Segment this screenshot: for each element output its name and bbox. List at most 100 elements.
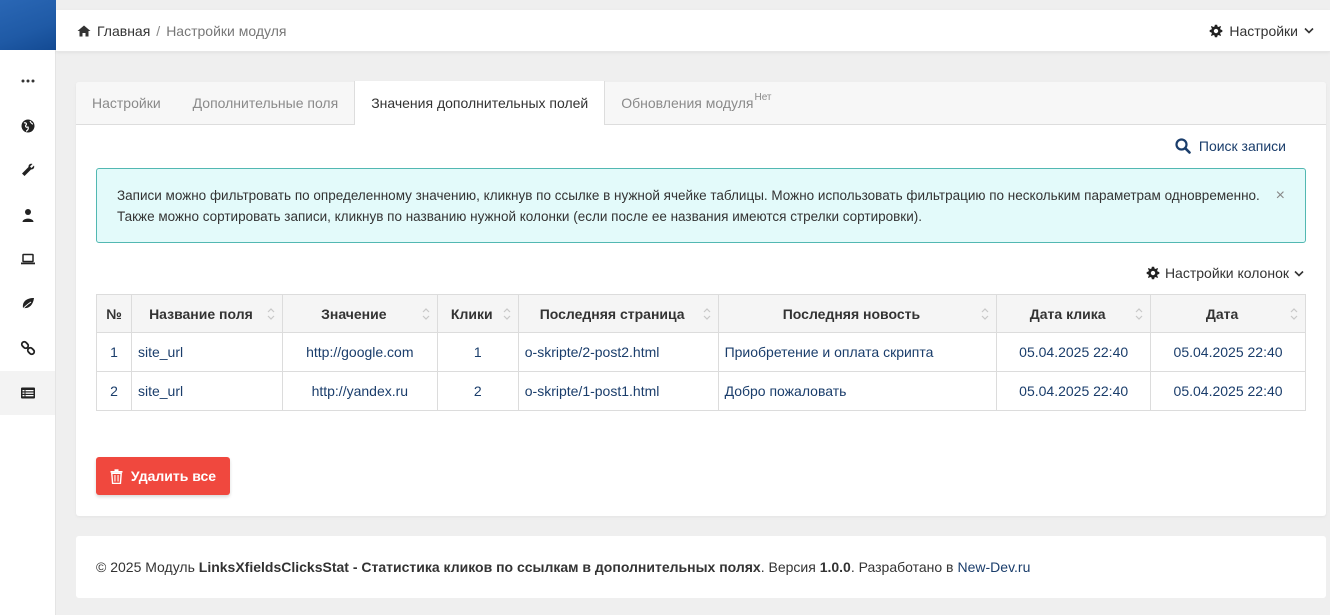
sidebar-item-more[interactable] bbox=[0, 59, 55, 104]
breadcrumb-home[interactable]: Главная bbox=[97, 23, 150, 39]
tab-extra-field-values[interactable]: Значения дополнительных полей bbox=[354, 81, 606, 125]
tab-settings-label: Настройки bbox=[92, 94, 161, 111]
col-header-label: Значение bbox=[321, 305, 387, 322]
cell-date[interactable]: 05.04.2025 22:40 bbox=[1150, 332, 1306, 372]
cell-last-news[interactable]: Добро пожаловать bbox=[717, 371, 998, 411]
tab-module-updates-label: Обновления модуля bbox=[621, 94, 754, 111]
breadcrumb: Главная / Настройки модуля bbox=[77, 23, 286, 39]
sort-icon bbox=[703, 308, 710, 320]
delete-all-button[interactable]: Удалить все bbox=[96, 457, 230, 495]
col-header-label: Дата клика bbox=[1029, 305, 1106, 322]
cell-value[interactable]: http://google.com bbox=[281, 332, 438, 372]
column-settings-label: Настройки колонок bbox=[1164, 265, 1289, 281]
search-records-label: Поиск записи bbox=[1198, 138, 1286, 154]
chevron-down-icon bbox=[1304, 27, 1314, 34]
wrench-icon bbox=[21, 164, 34, 177]
chevron-down-icon bbox=[1294, 270, 1304, 277]
tab-extra-fields[interactable]: Дополнительные поля bbox=[177, 81, 355, 124]
col-header-label: Название поля bbox=[149, 305, 253, 322]
footer-version: 1.0.0 bbox=[819, 559, 851, 575]
list-icon bbox=[20, 387, 35, 399]
col-header-click-date[interactable]: Дата клика bbox=[996, 294, 1152, 333]
logo[interactable] bbox=[0, 0, 56, 50]
cell-clicks[interactable]: 2 bbox=[436, 371, 519, 411]
tab-bar: Настройки Дополнительные поля Значения д… bbox=[76, 81, 1326, 125]
more-icon bbox=[21, 79, 34, 83]
column-settings-dropdown[interactable]: Настройки колонок bbox=[1146, 265, 1304, 281]
table-header-row: № Название поля Значение Клики Последняя… bbox=[96, 294, 1306, 333]
sort-icon bbox=[981, 308, 989, 320]
sidebar-item-globe[interactable] bbox=[0, 104, 55, 149]
sidebar-item-links[interactable] bbox=[0, 326, 55, 371]
col-header-last-page[interactable]: Последняя страница bbox=[517, 294, 719, 333]
breadcrumb-separator: / bbox=[156, 22, 161, 39]
cell-click-date[interactable]: 05.04.2025 22:40 bbox=[996, 371, 1152, 411]
sidebar-item-leaf[interactable] bbox=[0, 282, 55, 327]
footer-version-label: . Версия bbox=[760, 559, 816, 575]
cell-last-news[interactable]: Приобретение и оплата скрипта bbox=[717, 332, 998, 372]
footer-developed-label: . Разработано в bbox=[850, 559, 954, 575]
cell-click-date[interactable]: 05.04.2025 22:40 bbox=[996, 332, 1152, 372]
panel-body: Поиск записи Записи можно фильтровать по… bbox=[76, 125, 1326, 433]
trash-icon bbox=[110, 468, 123, 484]
topbar: Главная / Настройки модуля Настройки bbox=[56, 10, 1330, 52]
leaf-icon bbox=[20, 297, 34, 311]
cell-number: 2 bbox=[96, 371, 132, 411]
col-header-clicks[interactable]: Клики bbox=[436, 294, 519, 333]
sort-icon bbox=[503, 308, 511, 320]
col-header-label: Последняя страница bbox=[539, 305, 685, 322]
alert-text: Записи можно фильтровать по определенном… bbox=[117, 188, 1260, 224]
link-icon bbox=[20, 341, 35, 356]
main-panel: Настройки Дополнительные поля Значения д… bbox=[76, 81, 1326, 516]
sidebar-item-users[interactable] bbox=[0, 193, 55, 238]
gear-icon bbox=[1146, 266, 1160, 280]
sort-icon bbox=[422, 308, 430, 320]
col-header-field-name[interactable]: Название поля bbox=[130, 294, 283, 333]
tab-settings[interactable]: Настройки bbox=[76, 81, 177, 124]
col-header-label: Клики bbox=[450, 305, 493, 322]
footer-prefix: © 2025 Модуль bbox=[96, 559, 195, 575]
sidebar bbox=[0, 0, 56, 615]
cell-date[interactable]: 05.04.2025 22:40 bbox=[1150, 371, 1306, 411]
settings-label: Настройки bbox=[1229, 22, 1298, 39]
footer-developer-link[interactable]: New-Dev.ru bbox=[958, 559, 1031, 575]
laptop-icon bbox=[20, 254, 35, 265]
breadcrumb-current: Настройки модуля bbox=[166, 22, 287, 39]
col-header-last-news[interactable]: Последняя новость bbox=[717, 294, 998, 333]
footer: © 2025 Модуль LinksXfieldsClicksStat - С… bbox=[76, 536, 1326, 598]
sidebar-item-system[interactable] bbox=[0, 237, 55, 282]
home-icon bbox=[77, 25, 91, 36]
footer-module-name: LinksXfieldsClicksStat - Статистика клик… bbox=[198, 559, 761, 575]
records-table: № Название поля Значение Клики Последняя… bbox=[96, 294, 1306, 411]
sort-icon bbox=[1290, 308, 1298, 320]
tab-module-updates[interactable]: Обновления модуля Нет bbox=[605, 81, 787, 124]
cell-field-name[interactable]: site_url bbox=[130, 332, 283, 372]
col-header-value[interactable]: Значение bbox=[281, 294, 438, 333]
col-header-date[interactable]: Дата bbox=[1150, 294, 1306, 333]
cell-last-page[interactable]: o-skripte/1-post1.html bbox=[517, 371, 719, 411]
search-icon bbox=[1175, 138, 1191, 154]
cell-clicks[interactable]: 1 bbox=[436, 332, 519, 372]
cell-value[interactable]: http://yandex.ru bbox=[281, 371, 438, 411]
user-icon bbox=[22, 208, 33, 222]
sidebar-item-tools[interactable] bbox=[0, 148, 55, 193]
col-header-number: № bbox=[96, 294, 132, 333]
sidebar-item-list[interactable] bbox=[0, 370, 55, 415]
col-header-label: Дата bbox=[1205, 305, 1239, 322]
tab-extra-fields-label: Дополнительные поля bbox=[192, 94, 339, 111]
cell-field-name[interactable]: site_url bbox=[130, 371, 283, 411]
search-records-link[interactable]: Поиск записи bbox=[1175, 138, 1286, 154]
col-header-label: Последняя новость bbox=[782, 305, 921, 322]
gear-icon bbox=[1210, 24, 1223, 37]
cell-number: 1 bbox=[96, 332, 132, 372]
updates-badge: Нет bbox=[754, 92, 772, 103]
sort-icon bbox=[1135, 308, 1143, 320]
info-alert: Записи можно фильтровать по определенном… bbox=[96, 168, 1306, 243]
table-row: 2 site_url http://yandex.ru 2 o-skripte/… bbox=[96, 371, 1306, 411]
table-row: 1 site_url http://google.com 1 o-skripte… bbox=[96, 332, 1306, 372]
settings-dropdown[interactable]: Настройки bbox=[1209, 23, 1314, 39]
sort-icon bbox=[267, 308, 275, 320]
cell-last-page[interactable]: o-skripte/2-post2.html bbox=[517, 332, 719, 372]
delete-all-label: Удалить все bbox=[130, 468, 217, 484]
close-icon[interactable]: × bbox=[1276, 186, 1285, 206]
